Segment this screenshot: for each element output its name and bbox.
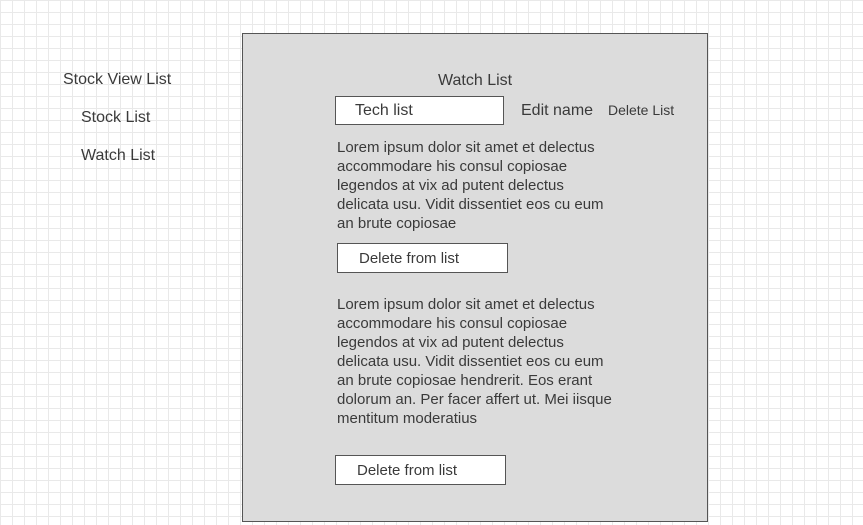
delete-from-list-button[interactable]: Delete from list <box>335 455 506 485</box>
delete-list-link[interactable]: Delete List <box>608 102 674 118</box>
list-item-description: Lorem ipsum dolor sit amet et delectus a… <box>337 139 604 232</box>
watch-list-panel: Watch List Edit name Delete List Lorem i… <box>242 33 708 522</box>
sidebar-item-watch-list[interactable]: Watch List <box>81 147 155 165</box>
delete-from-list-button[interactable]: Delete from list <box>337 243 508 273</box>
list-item-description: Lorem ipsum dolor sit amet et delectus a… <box>337 296 612 427</box>
sidebar-item-stock-list[interactable]: Stock List <box>81 109 150 127</box>
sidebar-title[interactable]: Stock View List <box>63 71 171 89</box>
list-name-input[interactable] <box>335 96 504 125</box>
page-title: Watch List <box>438 72 513 89</box>
edit-name-link[interactable]: Edit name <box>521 102 593 120</box>
